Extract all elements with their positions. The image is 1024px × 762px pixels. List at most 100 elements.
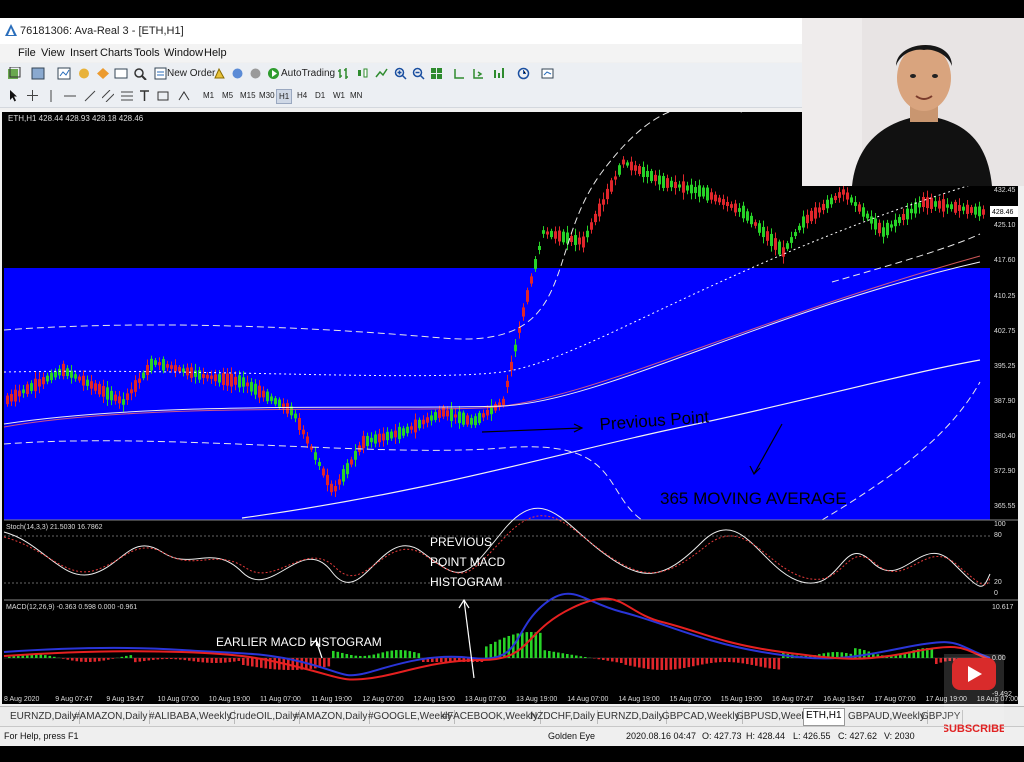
tab-eurnzd-daily[interactable]: EURNZD,Daily xyxy=(8,710,80,724)
macd-bar xyxy=(764,658,767,668)
subscribe-badge[interactable]: SUBSCRIBE xyxy=(942,654,1006,736)
menu-charts[interactable]: Charts xyxy=(100,47,132,59)
bar-chart-icon[interactable] xyxy=(336,66,350,81)
candle-body xyxy=(862,207,865,217)
trendline-icon[interactable] xyxy=(83,88,97,103)
terminal-icon[interactable] xyxy=(113,66,129,81)
macd-bar xyxy=(683,658,686,668)
tab-nzdchf-daily[interactable]: NZDCHF,Daily xyxy=(528,710,598,724)
horizontal-line-icon[interactable] xyxy=(63,88,77,103)
macd-bar xyxy=(107,658,110,660)
tab-eth-h1[interactable]: ETH,H1 xyxy=(803,708,845,726)
autotrading-button[interactable]: AutoTrading xyxy=(281,66,335,81)
line-chart-icon[interactable] xyxy=(374,66,388,81)
candle-body xyxy=(618,165,621,175)
blue-highlight-zone xyxy=(4,268,990,520)
candle-body xyxy=(806,214,809,224)
tab-gbpaud-weekly[interactable]: GBPAUD,Weekly xyxy=(846,710,928,724)
timeframe-h4[interactable]: H4 xyxy=(295,89,309,102)
new-order-icon[interactable] xyxy=(153,66,167,81)
candle-body xyxy=(546,231,549,235)
candle-body xyxy=(14,389,17,402)
candle-body xyxy=(210,375,213,379)
data-window-icon[interactable] xyxy=(76,66,92,81)
candle-body xyxy=(894,219,897,227)
candle-body xyxy=(158,362,161,366)
profiles-icon[interactable] xyxy=(30,66,46,81)
timeframe-m30[interactable]: M30 xyxy=(257,89,277,102)
tab-amazon-daily-2[interactable]: #AMAZON,Daily xyxy=(292,710,371,724)
stoch-level-label: 0 xyxy=(994,590,998,597)
tab-alibaba-weekly[interactable]: #ALIBABA,Weekly xyxy=(147,710,235,724)
text-tool-icon[interactable] xyxy=(139,88,149,103)
candle-body xyxy=(974,206,977,215)
market-watch-icon[interactable] xyxy=(56,66,72,81)
fibonacci-icon[interactable] xyxy=(120,88,134,103)
experts-icon[interactable] xyxy=(212,66,226,81)
price-chart[interactable]: ETH,H1 428.44 428.93 428.18 428.46 432.4… xyxy=(2,104,1018,704)
vertical-line-icon[interactable] xyxy=(48,88,54,103)
timeframe-mn[interactable]: MN xyxy=(348,89,364,102)
chart-window[interactable]: ETH,H1 428.44 428.93 428.18 428.46 432.4… xyxy=(2,104,1018,704)
current-price: 428.46 xyxy=(992,209,1014,216)
macd-bar xyxy=(575,655,578,658)
menu-tools[interactable]: Tools xyxy=(134,47,160,59)
chart-shift-icon[interactable] xyxy=(452,66,466,81)
macd-bar xyxy=(417,653,421,658)
market-icon[interactable] xyxy=(248,66,262,81)
arrow-cursor-icon[interactable] xyxy=(8,88,18,103)
timeframe-w1[interactable]: W1 xyxy=(331,89,347,102)
arrows-icon[interactable] xyxy=(176,88,192,103)
candle-body xyxy=(398,426,401,440)
macd-bar xyxy=(75,658,79,662)
timeframe-m5[interactable]: M5 xyxy=(220,89,235,102)
menu-insert[interactable]: Insert xyxy=(70,47,98,59)
candle-body xyxy=(114,394,117,401)
timeframe-d1[interactable]: D1 xyxy=(313,89,327,102)
templates-icon[interactable] xyxy=(540,66,554,81)
tab-crudeoil-daily[interactable]: CrudeOIL,Daily xyxy=(227,710,301,724)
candle-body xyxy=(786,243,789,249)
candlestick-icon[interactable] xyxy=(355,66,369,81)
channel-icon[interactable] xyxy=(101,88,115,103)
tab-gbpcad-weekly[interactable]: GBPCAD,Weekly xyxy=(660,710,743,724)
menu-file[interactable]: File xyxy=(18,47,36,59)
tester-icon[interactable] xyxy=(132,66,148,81)
candle-body xyxy=(758,223,761,233)
tab-facebook-weekly[interactable]: #FACEBOOK,Weekly xyxy=(440,710,541,724)
candle-body xyxy=(42,377,45,385)
menu-view[interactable]: View xyxy=(41,47,65,59)
timeframe-h1[interactable]: H1 xyxy=(276,89,293,104)
candle-body xyxy=(150,358,153,371)
menu-help[interactable]: Help xyxy=(204,47,227,59)
candle-body xyxy=(738,208,741,212)
new-chart-icon[interactable] xyxy=(6,66,22,81)
candle-body xyxy=(62,363,65,377)
signals-icon[interactable] xyxy=(230,66,244,81)
new-order-button[interactable]: New Order xyxy=(167,66,215,81)
zoom-out-icon[interactable] xyxy=(411,66,425,81)
tab-eurnzd-daily-2[interactable]: EURNZD,Daily xyxy=(595,710,667,724)
menu-window[interactable]: Window xyxy=(164,47,203,59)
timeframe-m1[interactable]: M1 xyxy=(201,89,216,102)
crosshair-icon[interactable] xyxy=(26,88,38,103)
tab-amazon-daily[interactable]: #AMAZON,Daily xyxy=(72,710,151,724)
autotrading-icon[interactable] xyxy=(266,66,280,81)
navigator-icon[interactable] xyxy=(95,66,111,81)
macd-bar xyxy=(935,658,938,665)
candle-body xyxy=(854,202,857,206)
zoom-in-icon[interactable] xyxy=(393,66,407,81)
macd-bar xyxy=(638,658,641,668)
macd-bar xyxy=(399,650,403,658)
autoscroll-icon[interactable] xyxy=(471,66,485,81)
indicators-icon[interactable] xyxy=(492,66,506,81)
time-label: 12 Aug 07:00 xyxy=(362,696,403,703)
timeframe-m15[interactable]: M15 xyxy=(238,89,258,102)
macd-bar xyxy=(552,651,556,658)
label-tool-icon[interactable] xyxy=(156,88,170,103)
periods-icon[interactable] xyxy=(516,66,530,81)
tile-windows-icon[interactable] xyxy=(429,66,443,81)
candle-body xyxy=(746,211,749,221)
candle-body xyxy=(710,192,713,200)
candle-body xyxy=(666,178,669,188)
